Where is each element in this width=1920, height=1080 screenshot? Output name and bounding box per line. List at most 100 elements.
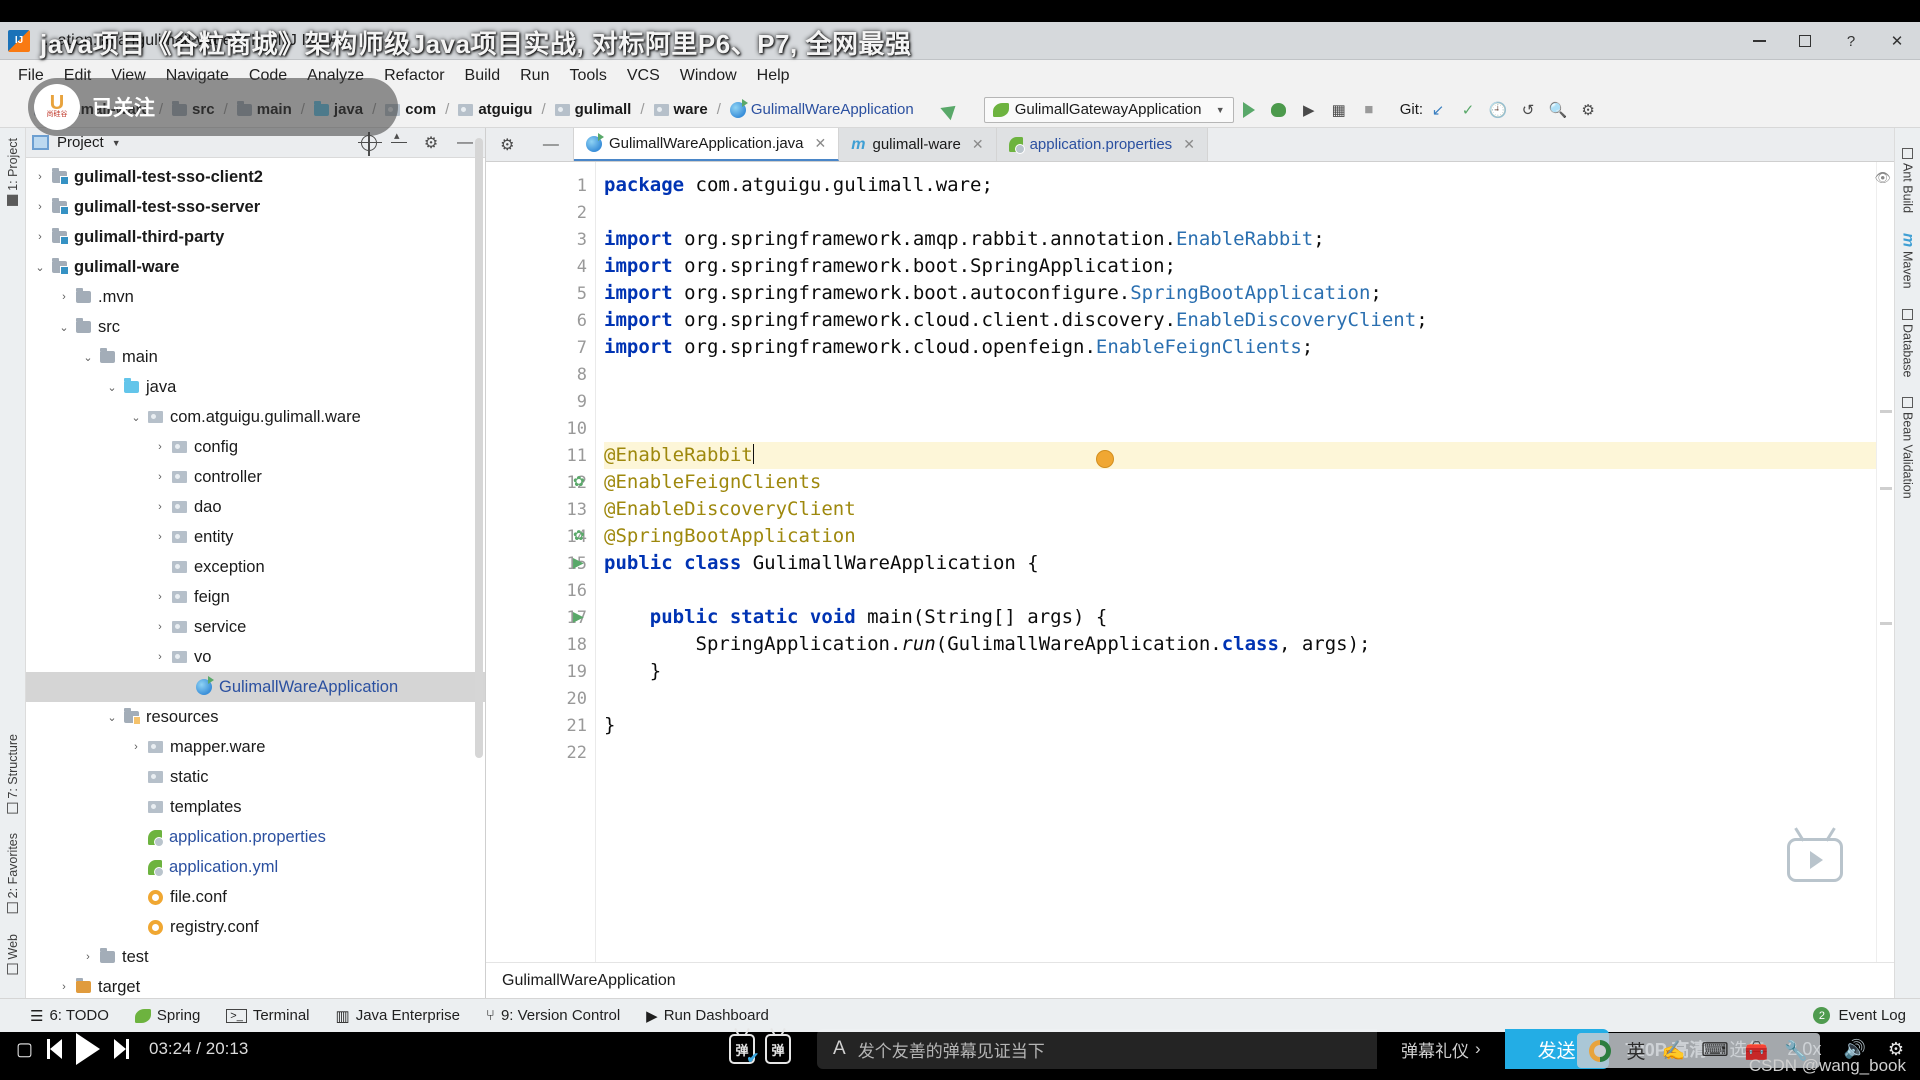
- maximize-button[interactable]: [1782, 22, 1828, 60]
- breadcrumb-gulimall-ware-application[interactable]: GulimallWareApplication: [726, 98, 918, 120]
- run-gutter-icon[interactable]: ▶: [573, 608, 591, 626]
- code-line[interactable]: [604, 685, 1876, 712]
- profile-button[interactable]: ▦: [1324, 96, 1354, 124]
- scroll-from-source-icon[interactable]: [358, 131, 382, 156]
- tool-window-ant-build[interactable]: Ant Build: [1897, 138, 1919, 223]
- chevron-right-icon[interactable]: ›: [152, 441, 168, 453]
- tree-item-src[interactable]: ⌄ src: [26, 312, 485, 342]
- tool-window-project[interactable]: 1: Project: [2, 128, 24, 216]
- code-line[interactable]: [604, 361, 1876, 388]
- tool-window-maven[interactable]: m Maven: [1895, 223, 1920, 299]
- code-line[interactable]: import org.springframework.amqp.rabbit.a…: [604, 226, 1876, 253]
- tree-item-resources[interactable]: ⌄ resources: [26, 702, 485, 732]
- minimize-button[interactable]: [1736, 22, 1782, 60]
- danmaku-etiquette-link[interactable]: 弹幕礼仪 ›: [1387, 1037, 1495, 1062]
- tree-item-vo[interactable]: › vo: [26, 642, 485, 672]
- code-line[interactable]: }: [604, 658, 1876, 685]
- menu-help[interactable]: Help: [747, 64, 800, 88]
- code-line[interactable]: SpringApplication.run(GulimallWareApplic…: [604, 631, 1876, 658]
- ime-language-label[interactable]: 英: [1627, 1037, 1646, 1064]
- tree-item-dao[interactable]: › dao: [26, 492, 485, 522]
- chevron-right-icon[interactable]: ›: [152, 591, 168, 603]
- editor-code-content[interactable]: package com.atguigu.gulimall.ware; impor…: [596, 162, 1876, 962]
- handwriting-icon[interactable]: ✍: [1662, 1039, 1686, 1063]
- code-line[interactable]: import org.springframework.cloud.openfei…: [604, 334, 1876, 361]
- chevron-right-icon[interactable]: ›: [32, 201, 48, 213]
- breadcrumb-ware[interactable]: ware: [650, 99, 712, 120]
- code-line[interactable]: }: [604, 712, 1876, 739]
- code-line[interactable]: @SpringBootApplication: [604, 523, 1876, 550]
- danmaku-input[interactable]: A 发个友善的弹幕见证当下: [817, 1029, 1378, 1069]
- tree-item-gulimall-test-sso-client2[interactable]: › gulimall-test-sso-client2: [26, 162, 485, 192]
- chevron-right-icon[interactable]: ›: [152, 621, 168, 633]
- menu-run[interactable]: Run: [510, 64, 559, 88]
- code-line[interactable]: import org.springframework.boot.SpringAp…: [604, 253, 1876, 280]
- tree-item-config[interactable]: › config: [26, 432, 485, 462]
- code-line[interactable]: import org.springframework.cloud.client.…: [604, 307, 1876, 334]
- chevron-right-icon[interactable]: ›: [32, 231, 48, 243]
- play-icon[interactable]: [76, 1033, 101, 1065]
- chevron-down-icon[interactable]: ⌄: [104, 711, 120, 724]
- tool-window-structure[interactable]: 7: Structure: [2, 724, 24, 824]
- menu-build[interactable]: Build: [455, 64, 511, 88]
- tool-window-bean-validation[interactable]: Bean Validation: [1897, 387, 1919, 509]
- code-line[interactable]: [604, 199, 1876, 226]
- run-configuration-selector[interactable]: GulimallGatewayApplication ▼: [983, 96, 1234, 123]
- spring-bean-gutter-icon[interactable]: ▶: [573, 554, 591, 572]
- chevron-down-icon[interactable]: ⌄: [128, 411, 144, 424]
- debug-button[interactable]: [1264, 96, 1294, 124]
- code-line[interactable]: import org.springframework.boot.autoconf…: [604, 280, 1876, 307]
- chevron-down-icon[interactable]: ⌄: [32, 261, 48, 274]
- code-line[interactable]: public class GulimallWareApplication {: [604, 550, 1876, 577]
- tree-item-controller[interactable]: › controller: [26, 462, 485, 492]
- run-gutter-icon[interactable]: ✿: [573, 527, 591, 545]
- menu-window[interactable]: Window: [670, 64, 747, 88]
- danmaku-settings-icon[interactable]: 弹: [765, 1034, 792, 1064]
- chevron-right-icon[interactable]: ›: [152, 501, 168, 513]
- git-history-icon[interactable]: 🕘: [1483, 96, 1513, 124]
- git-rollback-icon[interactable]: ↺: [1513, 96, 1543, 124]
- tree-item-gulimall-ware[interactable]: ⌄ gulimall-ware: [26, 252, 485, 282]
- settings-gear-icon[interactable]: ⚙: [1573, 96, 1603, 124]
- tree-item-main[interactable]: ⌄ main: [26, 342, 485, 372]
- search-everywhere-icon[interactable]: 🔍: [1543, 96, 1573, 124]
- intention-bulb-icon[interactable]: [1096, 450, 1114, 468]
- settings-gear-icon[interactable]: ⚙: [421, 133, 441, 153]
- close-icon[interactable]: ✕: [815, 135, 827, 152]
- run-button[interactable]: [1234, 96, 1264, 124]
- soft-keyboard-icon[interactable]: ⌨: [1701, 1039, 1728, 1062]
- hide-panel-icon[interactable]: —: [455, 134, 475, 152]
- tree-item-java[interactable]: ⌄ java: [26, 372, 485, 402]
- code-line[interactable]: [604, 388, 1876, 415]
- tree-item-gulimall-test-sso-server[interactable]: › gulimall-test-sso-server: [26, 192, 485, 222]
- editor-tab-gulimall-ware[interactable]: m gulimall-ware ✕: [839, 128, 997, 161]
- git-commit-icon[interactable]: ✓: [1453, 96, 1483, 124]
- code-line[interactable]: [604, 739, 1876, 766]
- tree-item-application-yml[interactable]: application.yml: [26, 852, 485, 882]
- close-icon[interactable]: ✕: [1183, 136, 1195, 153]
- editor-tab-gulimallwareapplication-java[interactable]: GulimallWareApplication.java ✕: [574, 128, 840, 161]
- code-line[interactable]: [604, 577, 1876, 604]
- run-with-coverage-button[interactable]: ▶: [1294, 96, 1324, 124]
- uploader-follow-chip[interactable]: U 尚硅谷 已关注: [28, 78, 398, 136]
- tree-item-templates[interactable]: templates: [26, 792, 485, 822]
- tree-item-application-properties[interactable]: application.properties: [26, 822, 485, 852]
- tree-item-feign[interactable]: › feign: [26, 582, 485, 612]
- danmaku-style-icon[interactable]: A: [833, 1038, 846, 1060]
- inspection-eye-icon[interactable]: 👁: [1874, 170, 1891, 186]
- tree-item-entity[interactable]: › entity: [26, 522, 485, 552]
- tree-item-file-conf[interactable]: file.conf: [26, 882, 485, 912]
- help-button[interactable]: ?: [1828, 22, 1874, 60]
- tree-item-mapper-ware[interactable]: › mapper.ware: [26, 732, 485, 762]
- menu-tools[interactable]: Tools: [559, 64, 616, 88]
- chevron-right-icon[interactable]: ›: [56, 291, 72, 303]
- build-hammer-icon[interactable]: [936, 96, 966, 124]
- chevron-down-icon[interactable]: ⌄: [104, 381, 120, 394]
- previous-icon[interactable]: [47, 1039, 63, 1059]
- code-editor[interactable]: 1 2 3 4 5 6 7 8 9 10 11 12 13 14 15 16 17 18 19 20 21 22 ✿ ✿ ▶ ▶ …: [486, 162, 1894, 962]
- chevron-right-icon[interactable]: ›: [152, 471, 168, 483]
- danmaku-on-icon[interactable]: 弹 ✔: [729, 1034, 759, 1067]
- tree-item--mvn[interactable]: › .mvn: [26, 282, 485, 312]
- tree-item-registry-conf[interactable]: registry.conf: [26, 912, 485, 942]
- editor-tab-application-properties[interactable]: application.properties ✕: [996, 128, 1208, 161]
